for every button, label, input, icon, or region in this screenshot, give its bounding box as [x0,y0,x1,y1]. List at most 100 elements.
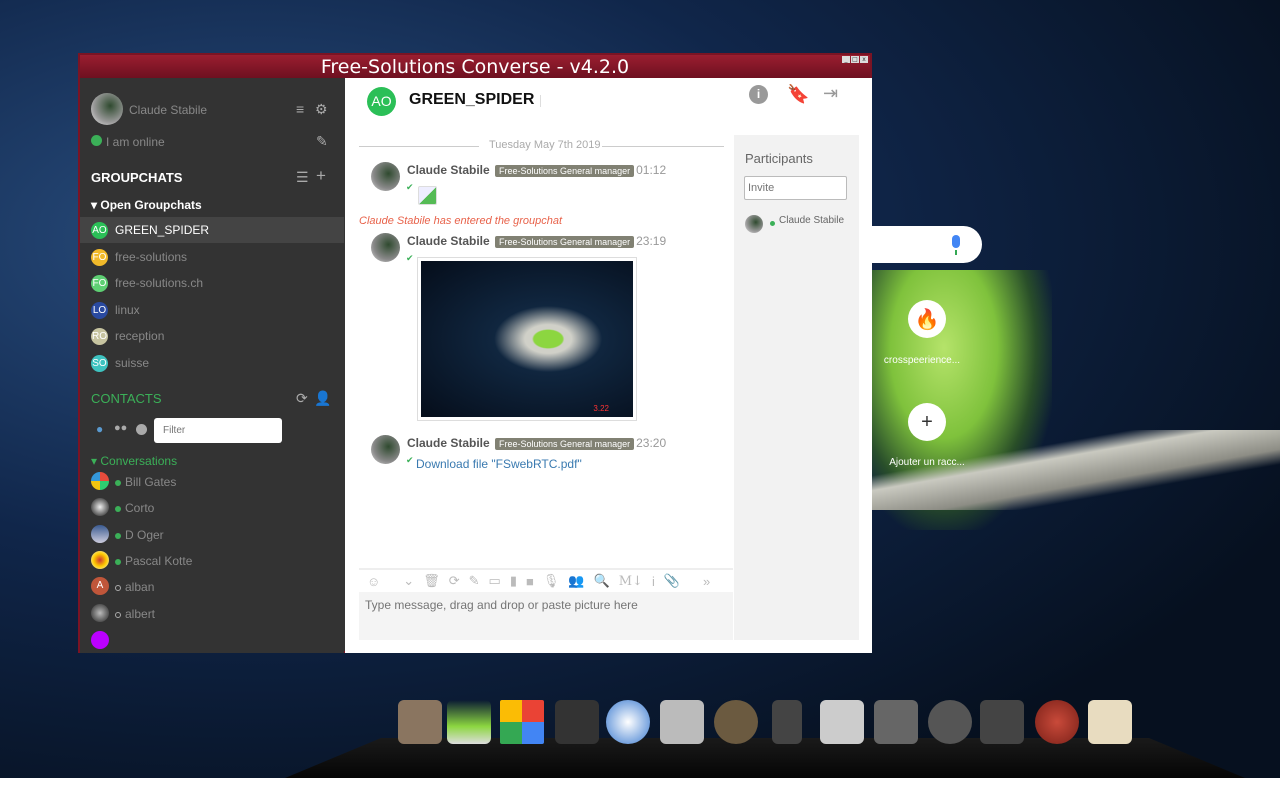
message-author: Claude Stabile [407,436,490,450]
groupchat-item[interactable]: SO suisse [80,350,344,376]
contact-avatar [91,551,109,569]
dock-ink-bottle-icon[interactable] [772,700,802,744]
dock-camera-icon[interactable] [555,700,599,744]
window-titlebar[interactable]: Free-Solutions Converse - v4.2.0 _ □ x [80,55,870,78]
contact-name: alban [125,580,155,594]
dock-toolbox-icon[interactable] [398,700,442,744]
message-time: 01:12 [636,163,667,177]
add-contact-icon[interactable]: 👤 [314,390,331,407]
dock-settings-icon[interactable] [928,700,972,744]
groupchat-item[interactable]: LO linux [80,297,344,323]
room-event: Claude Stabile has entered the groupchat [359,215,563,227]
room-name: GREEN_SPIDER [115,223,210,237]
participant-name[interactable]: Claude Stabile [779,215,844,226]
open-groupchats-toggle[interactable]: ▾ Open Groupchats [91,198,202,212]
contact-avatar [91,472,109,490]
bookmark-icon[interactable]: 🔖 [787,84,809,105]
chat-content: Tuesday May 7th 2019 Claude Stabile Free… [359,135,733,640]
contact-name: Corto [125,501,155,515]
trash-icon[interactable]: 🗑 [423,573,440,589]
participants-icon[interactable]: 👥 [568,573,584,589]
status-text[interactable]: I am online [106,135,165,149]
microphone-icon[interactable] [952,235,960,255]
broken-image-icon[interactable] [418,186,437,205]
message-input[interactable] [359,592,733,640]
online-status-icon [115,533,121,539]
online-status-icon [115,559,121,565]
screen-share-icon[interactable]: ▭ [489,573,501,589]
contact-item[interactable]: D Oger [80,525,164,543]
users-icon[interactable]: ●● [114,422,127,434]
room-avatar: FO [91,249,108,266]
dock-video-editor-icon[interactable] [606,700,650,744]
contact-item[interactable]: Pascal Kotte [80,551,192,569]
dock-photo-booth-icon[interactable] [660,700,704,744]
leave-room-icon[interactable]: ⇥ [823,83,838,104]
emoji-icon[interactable]: ☺ [367,574,380,589]
refresh-icon[interactable]: ⟳ [296,390,308,407]
file-icon[interactable]: ▮ [510,573,517,589]
contact-avatar [91,498,109,516]
contact-item[interactable]: albert [80,604,155,622]
markdown-icon[interactable]: M↓ [619,574,643,589]
contact-name: D Oger [125,528,164,542]
dock-tablet-icon[interactable] [874,700,918,744]
avatar[interactable] [91,93,123,125]
dock-photos-icon[interactable] [500,700,544,744]
shortcut-crosspeerience[interactable]: 🔥 [908,300,946,338]
info-icon[interactable]: i [749,85,768,104]
close-button[interactable]: x [860,56,868,63]
search-icon[interactable]: 🔍 [594,573,610,589]
menu-icon[interactable]: ≡ [296,101,304,117]
converse-window: Free-Solutions Converse - v4.2.0 _ □ x Cla… [78,53,872,653]
maximize-button[interactable]: □ [851,56,859,63]
groupchat-item[interactable]: FO free-solutions.ch [80,270,344,296]
add-groupchat-icon[interactable]: + [316,166,326,186]
groupchat-item[interactable]: FO free-solutions [80,244,344,270]
pencil-icon[interactable]: ✎ [469,573,480,589]
refresh-icon[interactable]: ⟳ [449,573,460,589]
file-download-link[interactable]: Download file "FSwebRTC.pdf" [416,457,582,471]
room-name: linux [115,303,140,317]
image-attachment[interactable]: 3.22 [417,257,637,421]
groupchat-item[interactable]: AO GREEN_SPIDER [80,217,344,243]
message-time: 23:20 [636,436,667,450]
online-status-icon [770,221,775,226]
dock-power-icon[interactable] [1035,700,1079,744]
list-icon[interactable]: ☰ [296,169,309,186]
pencil-icon[interactable]: ✎ [316,133,328,150]
groupchat-item[interactable]: RO reception [80,323,344,349]
dock-kiwi-icon[interactable] [714,700,758,744]
user-icon[interactable]: ● [96,422,103,436]
dock-shelf [285,738,1245,778]
minimize-button[interactable]: _ [842,56,850,63]
microphone-icon[interactable]: 🎙 [543,573,560,589]
expand-icon[interactable]: » [703,574,710,589]
conversations-toggle[interactable]: ▾ Conversations [91,454,177,468]
message-time: 23:19 [636,234,667,248]
paperclip-icon[interactable]: 📎 [664,573,680,589]
section-label: Open Groupchats [100,198,202,212]
contact-item[interactable]: Corto [80,498,155,516]
scroll-down-icon[interactable]: ⌄ [403,573,414,589]
dock-sketch-icon[interactable] [820,700,864,744]
gear-icon[interactable]: ⚙ [315,101,328,118]
status-filter-icon[interactable] [136,424,147,435]
invite-input[interactable] [744,176,847,200]
video-icon[interactable]: ■ [526,574,534,589]
info-icon[interactable]: i [652,574,655,589]
contacts-filter-input[interactable] [154,418,282,443]
contact-item[interactable]: Bill Gates [80,472,176,490]
dock-screenshots-folder-icon[interactable] [1088,700,1132,744]
add-shortcut-button[interactable]: + [908,403,946,441]
room-avatar: SO [91,355,108,372]
contacts-heading: CONTACTS [91,391,162,406]
participants-panel: Participants Claude Stabile [734,135,859,640]
dock-tools-icon[interactable] [980,700,1024,744]
contact-item[interactable]: Aalban [80,577,155,595]
avatar [371,233,400,262]
contact-avatar: A [91,577,109,595]
dock-wallpaper-icon[interactable] [447,700,491,744]
profile-name: Claude Stabile [129,103,208,117]
google-search-bar[interactable] [872,226,982,263]
